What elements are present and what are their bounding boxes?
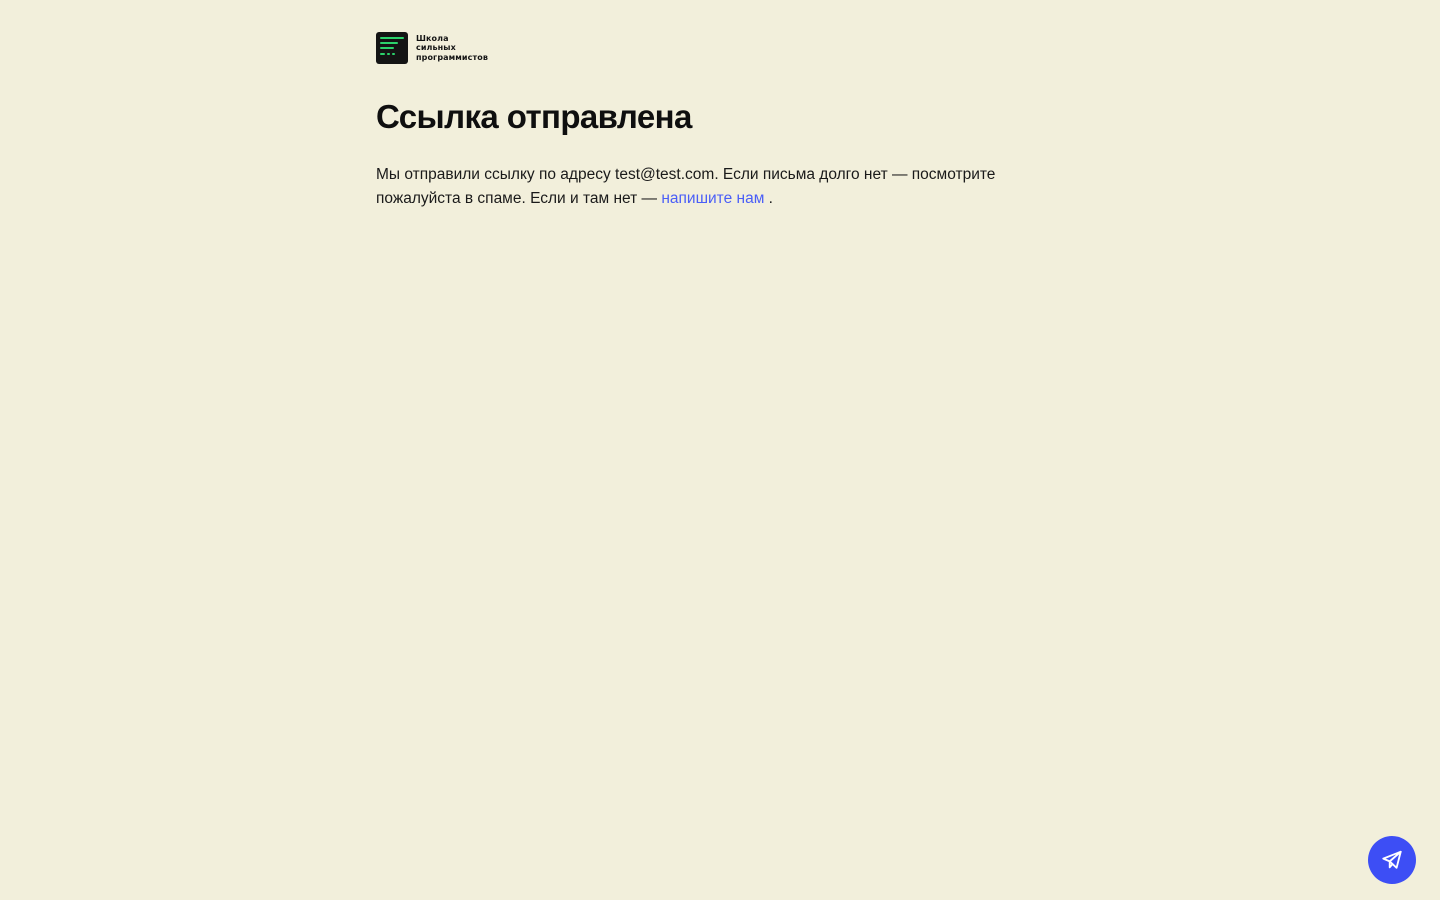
main-content: Школа сильных программистов Ссылка отпра…: [376, 32, 1064, 211]
logo-icon: [376, 32, 408, 64]
page-title: Ссылка отправлена: [376, 98, 692, 135]
logo-text: Школа сильных программистов: [416, 34, 488, 63]
message-text-end: .: [764, 190, 773, 207]
logo-text-line-3: программистов: [416, 52, 488, 62]
logo-text-line-2: сильных: [416, 43, 456, 53]
support-chat-button[interactable]: [1368, 836, 1416, 884]
school-logo[interactable]: Школа сильных программистов: [376, 32, 1064, 64]
contact-us-link[interactable]: напишите нам: [661, 190, 764, 207]
confirmation-message: Мы отправили ссылку по адресу test@test.…: [376, 163, 1036, 211]
email-address: test@test.com: [615, 166, 715, 183]
paper-plane-icon: [1382, 850, 1402, 869]
message-text-start: Мы отправили ссылку по адресу: [376, 166, 616, 183]
logo-text-line-1: Школа: [416, 33, 449, 43]
